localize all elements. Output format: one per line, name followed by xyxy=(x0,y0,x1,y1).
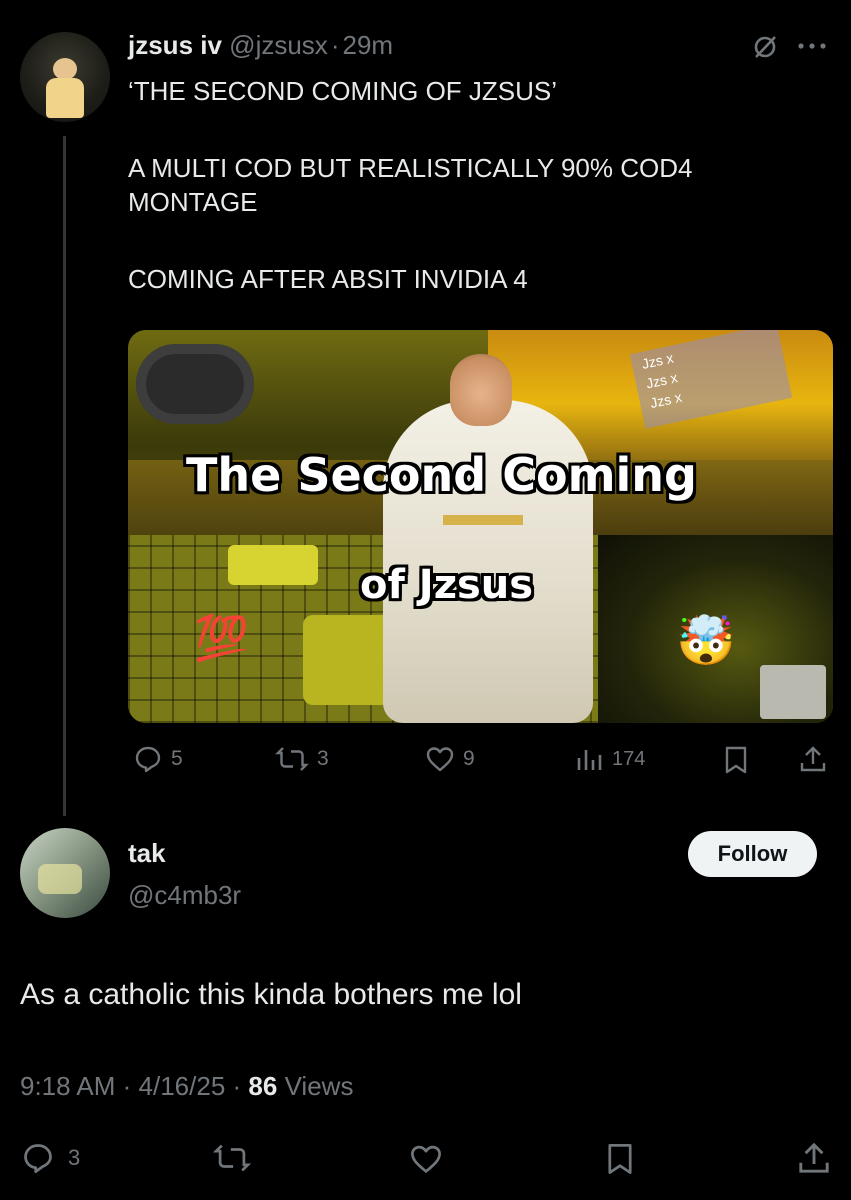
tweet-text-line: A MULTI COD BUT REALISTICALLY 90% COD4 xyxy=(128,153,693,183)
media-title-line2: of Jzsus xyxy=(360,562,534,608)
grok-icon[interactable] xyxy=(751,33,779,61)
like-action[interactable]: 9 xyxy=(425,744,475,774)
tweet-text: ‘THE SECOND COMING OF JZSUS’ A MULTI COD… xyxy=(128,74,818,296)
reply-reply-action[interactable]: 3 xyxy=(20,1141,80,1175)
tweet-time[interactable]: 29m xyxy=(342,30,393,60)
meta-separator: · xyxy=(122,1071,139,1101)
like-icon[interactable] xyxy=(408,1142,444,1176)
reply-date[interactable]: 4/16/25 xyxy=(139,1071,226,1101)
follow-button[interactable]: Follow xyxy=(688,831,817,877)
author-handle[interactable]: @jzsusx xyxy=(229,30,328,60)
avatar-figure xyxy=(38,864,82,894)
tweet-media-thumbnail[interactable]: The Second Coming of Jzsus Jzs x Jzs x J… xyxy=(128,330,833,723)
repost-action[interactable]: 3 xyxy=(275,744,329,774)
views-icon xyxy=(574,744,604,774)
media-sink xyxy=(228,545,318,585)
media-scope xyxy=(136,344,254,424)
more-icon[interactable] xyxy=(796,41,828,51)
reply-author-avatar[interactable] xyxy=(20,828,110,918)
reply-text: As a catholic this kinda bothers me lol xyxy=(20,978,522,1011)
bookmark-icon[interactable] xyxy=(722,745,750,775)
media-copier xyxy=(760,665,826,719)
tweet-text-line: COMING AFTER ABSIT INVIDIA 4 xyxy=(128,264,528,294)
reply-count: 5 xyxy=(171,747,183,770)
like-icon xyxy=(425,744,455,774)
bookmark-icon[interactable] xyxy=(604,1142,636,1176)
reply-time[interactable]: 9:18 AM xyxy=(20,1071,115,1101)
views-action[interactable]: 174 xyxy=(574,744,645,774)
repost-icon[interactable] xyxy=(212,1141,252,1175)
tweet-header: jzsus iv @jzsusx · 29m xyxy=(128,30,393,61)
share-icon[interactable] xyxy=(798,744,828,774)
repost-count: 3 xyxy=(317,747,329,770)
meta-separator: · xyxy=(232,1071,249,1101)
media-title-line1: The Second Coming xyxy=(186,448,697,502)
thread-line xyxy=(63,136,66,816)
media-figure-head xyxy=(450,354,512,426)
author-name[interactable]: jzsus iv xyxy=(128,30,222,60)
reply-meta: 9:18 AM · 4/16/25 · 86 Views xyxy=(20,1071,353,1102)
reply-view-count: 86 xyxy=(248,1071,278,1101)
reply-author-name[interactable]: tak xyxy=(128,838,166,869)
media-emoji-hundred: 💯 xyxy=(194,614,249,663)
reply-views-label: Views xyxy=(284,1071,354,1101)
reply-action[interactable]: 5 xyxy=(133,744,183,774)
reply-icon xyxy=(20,1141,56,1175)
reply-icon xyxy=(133,744,163,774)
share-icon[interactable] xyxy=(796,1140,832,1176)
avatar-shirt xyxy=(46,78,84,118)
avatar-figure xyxy=(53,58,77,80)
header-separator: · xyxy=(330,30,340,60)
tweet-text-line: ‘THE SECOND COMING OF JZSUS’ xyxy=(128,76,558,106)
tweet-text-line: MONTAGE xyxy=(128,187,258,217)
author-avatar[interactable] xyxy=(20,32,110,122)
media-figure-sash xyxy=(443,515,523,525)
reply-reply-count: 3 xyxy=(68,1145,81,1170)
like-count: 9 xyxy=(463,747,475,770)
reply-author-handle[interactable]: @c4mb3r xyxy=(128,880,241,911)
repost-icon xyxy=(275,744,309,774)
views-count: 174 xyxy=(612,747,646,770)
media-emoji-mind-blown: 🤯 xyxy=(676,615,736,668)
